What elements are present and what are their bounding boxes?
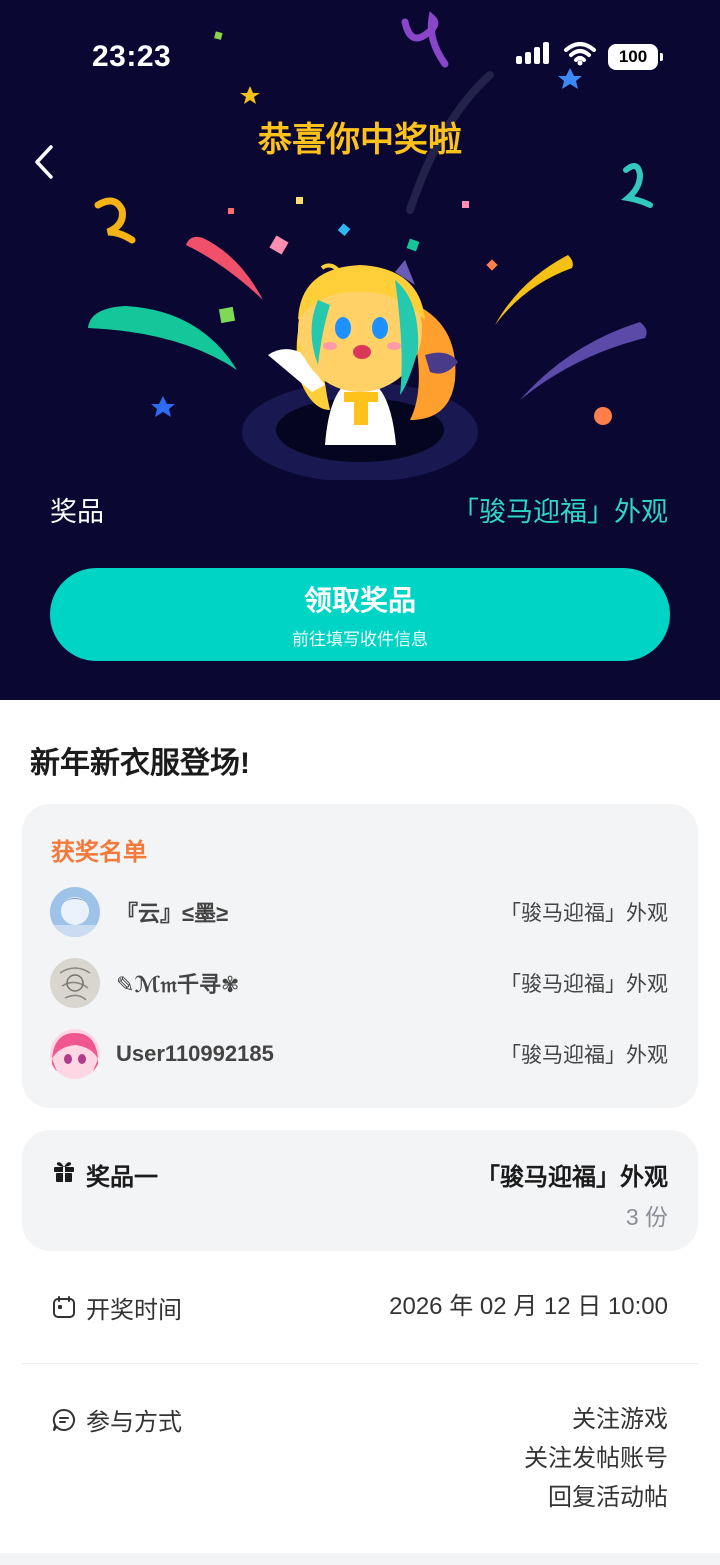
claim-prize-button[interactable]: 领取奖品 前往填写收件信息: [50, 568, 670, 661]
chat-bubble-icon: [52, 1408, 75, 1431]
prize-detail-label: 奖品一: [86, 1164, 158, 1191]
wifi-icon: [564, 42, 596, 71]
winner-name: User110992185: [116, 1041, 274, 1066]
winners-title: 获奖名单: [51, 839, 147, 866]
participation-method: 关注发帖账号: [524, 1445, 668, 1472]
participation-row: 参与方式 关注游戏 关注发帖账号 回复活动帖: [52, 1400, 668, 1517]
prize-detail-value: 「骏马迎福」外观: [476, 1164, 668, 1191]
signal-icon: [516, 42, 552, 71]
battery-indicator: 100: [608, 43, 663, 70]
winner-prize: 「骏马迎福」外观: [500, 1044, 668, 1067]
winner-name: 『云』≤墨≥: [116, 901, 229, 926]
winner-row[interactable]: ✎ℳ𝔪千寻✾ 「骏马迎福」外观: [50, 957, 668, 1009]
status-icons: 100: [516, 42, 663, 71]
congrats-title: 恭喜你中奖啦: [258, 121, 462, 159]
prize-value: 「骏马迎福」外观: [452, 497, 668, 527]
post-title: 新年新衣服登场!: [30, 747, 250, 780]
bottom-strip: [0, 1553, 720, 1565]
hero-banner: 23:23 100 恭喜你中奖啦 奖品 「骏马迎福」外观 领取奖品 前往填写收件…: [0, 0, 720, 700]
prize-detail-card: 奖品一 「骏马迎福」外观 3 份: [22, 1130, 698, 1251]
status-time: 23:23: [92, 40, 172, 73]
draw-time-label: 开奖时间: [86, 1296, 182, 1324]
winner-prize: 「骏马迎福」外观: [500, 902, 668, 925]
claim-prize-sublabel: 前往填写收件信息: [292, 630, 428, 649]
participation-label-group: 参与方式: [52, 1400, 182, 1439]
prize-summary: 奖品 「骏马迎福」外观: [50, 490, 668, 529]
participation-method: 关注游戏: [572, 1406, 668, 1433]
participation-methods: 关注游戏 关注发帖账号 回复活动帖: [524, 1400, 668, 1517]
avatar[interactable]: [50, 887, 100, 937]
prize-label: 奖品: [50, 497, 104, 527]
winners-card: 获奖名单 『云』≤墨≥ 「骏马迎福」外观 ✎ℳ𝔪千寻✾ 「骏马迎福」外观 Use…: [22, 804, 698, 1108]
avatar[interactable]: [50, 958, 100, 1008]
claim-prize-label: 领取奖品: [303, 585, 416, 616]
winner-name: ✎ℳ𝔪千寻✾: [116, 972, 240, 997]
winner-row[interactable]: User110992185 「骏马迎福」外观: [50, 1028, 668, 1080]
winner-prize: 「骏马迎福」外观: [500, 973, 668, 996]
participation-label: 参与方式: [86, 1409, 182, 1436]
draw-time-value: 2026 年 02 月 12 日 10:00: [389, 1293, 668, 1320]
draw-time-row: 开奖时间 2026 年 02 月 12 日 10:00: [52, 1288, 668, 1326]
participation-method: 回复活动帖: [548, 1484, 668, 1511]
divider: [22, 1363, 698, 1364]
winner-row[interactable]: 『云』≤墨≥ 「骏马迎福」外观: [50, 886, 668, 938]
gift-icon: [54, 1162, 74, 1182]
calendar-icon: [53, 1296, 75, 1318]
draw-time-label-group: 开奖时间: [52, 1288, 182, 1326]
avatar[interactable]: [50, 1029, 100, 1079]
prize-detail-count: 3 份: [625, 1204, 668, 1230]
